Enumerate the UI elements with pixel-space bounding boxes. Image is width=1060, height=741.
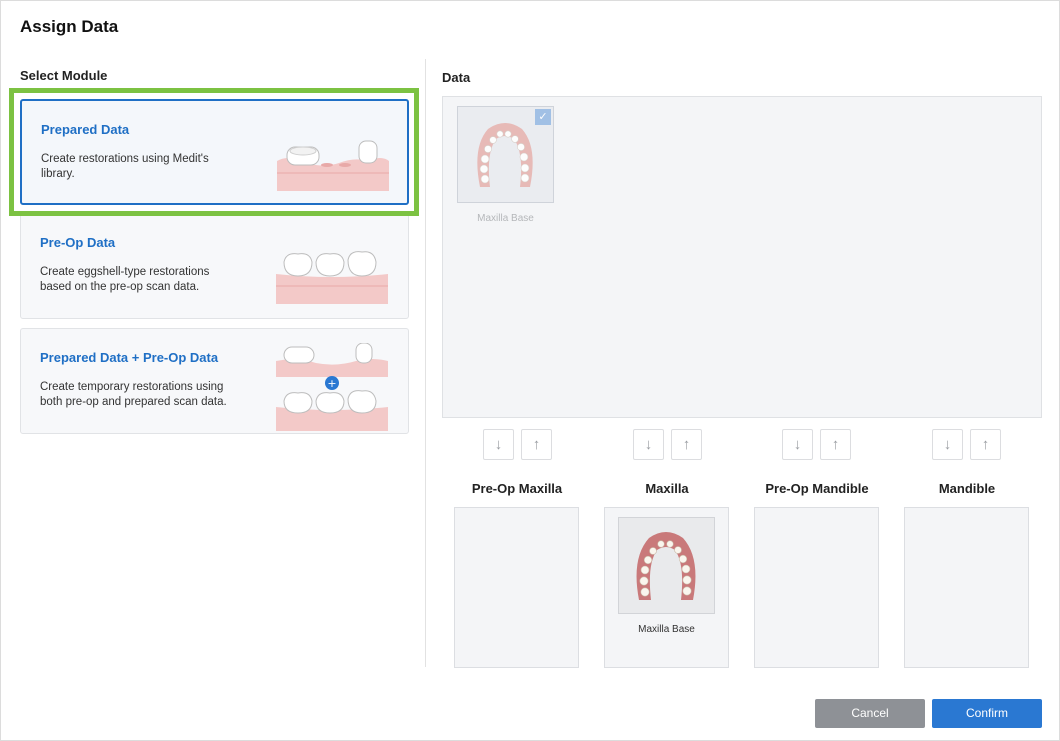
slot-item-thumbnail[interactable]	[618, 517, 715, 614]
slot-mandible[interactable]	[904, 507, 1029, 668]
module-card-prepared-data[interactable]: Prepared Data Create restorations using …	[20, 99, 409, 205]
arrow-up-icon[interactable]: ↑	[820, 429, 851, 460]
assign-data-dialog: Assign Data Select Module Prepared Data …	[0, 0, 1060, 741]
arrow-up-icon[interactable]: ↑	[521, 429, 552, 460]
arrow-down-icon[interactable]: ↓	[633, 429, 664, 460]
cancel-button[interactable]: Cancel	[815, 699, 925, 728]
module-card-pre-op-data[interactable]: Pre-Op Data Create eggshell-type restora…	[20, 213, 409, 319]
slot-title-mandible: Mandible	[938, 481, 996, 496]
module-card-prepared-plus-pre-op[interactable]: Prepared Data + Pre-Op Data Create tempo…	[20, 328, 409, 434]
slot-title-maxilla: Maxilla	[645, 481, 689, 496]
pre-op-teeth-illustration	[276, 251, 388, 304]
data-pool: ✓ Maxilla Base	[442, 96, 1042, 418]
arrow-down-icon[interactable]: ↓	[483, 429, 514, 460]
data-heading: Data	[442, 70, 471, 85]
data-item-thumbnail[interactable]: ✓	[457, 106, 554, 203]
arrow-down-icon[interactable]: ↓	[932, 429, 963, 460]
slot-pre-op-maxilla[interactable]	[454, 507, 579, 668]
data-item-label: Maxilla Base	[477, 213, 534, 224]
slot-item-label: Maxilla Base	[638, 624, 695, 635]
panel-divider	[425, 59, 426, 667]
arrow-up-icon[interactable]: ↑	[671, 429, 702, 460]
module-description: Create temporary restorations using both…	[40, 381, 227, 408]
dialog-title: Assign Data	[20, 17, 119, 36]
prepared-teeth-illustration	[277, 140, 389, 191]
module-title: Prepared Data	[41, 122, 130, 137]
slot-pre-op-mandible[interactable]	[754, 507, 879, 668]
slot-maxilla[interactable]: Maxilla Base	[604, 507, 729, 668]
plus-icon: +	[327, 377, 336, 390]
confirm-button[interactable]: Confirm	[932, 699, 1042, 728]
slot-title-pre-op-maxilla: Pre-Op Maxilla	[471, 481, 563, 496]
module-description: Create eggshell-type restorations based …	[40, 266, 210, 293]
arrow-down-icon[interactable]: ↓	[782, 429, 813, 460]
checkmark-icon[interactable]: ✓	[535, 109, 551, 125]
combined-teeth-illustration: +	[276, 343, 388, 431]
module-title: Prepared Data + Pre-Op Data	[40, 350, 219, 365]
module-title: Pre-Op Data	[40, 235, 116, 250]
slot-title-pre-op-mandible: Pre-Op Mandible	[765, 481, 869, 496]
maxilla-arch-icon	[636, 532, 696, 600]
module-description: Create restorations using Medit's librar…	[41, 153, 209, 180]
select-module-heading: Select Module	[20, 68, 108, 83]
arrow-up-icon[interactable]: ↑	[970, 429, 1001, 460]
